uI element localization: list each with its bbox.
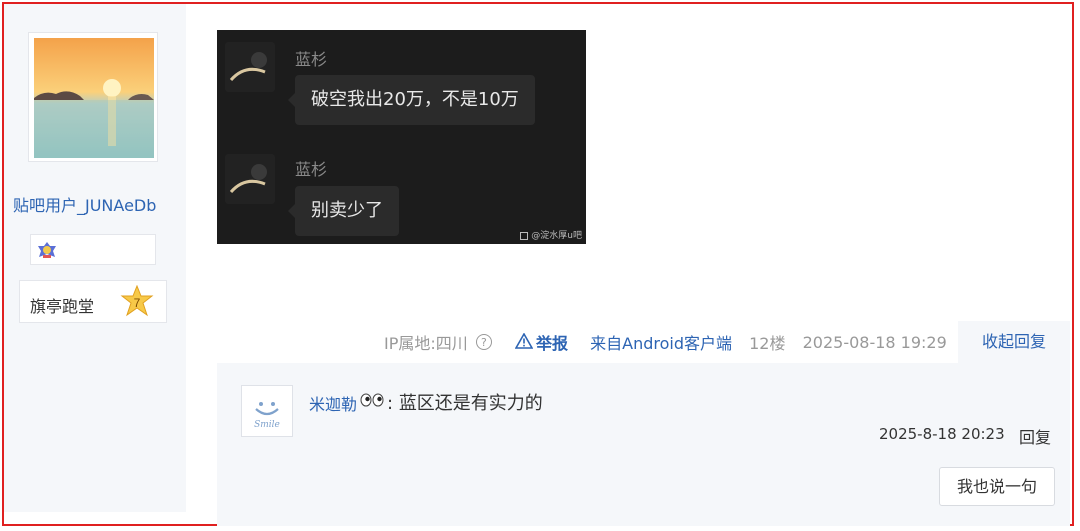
eyes-emoji-icon <box>360 393 384 407</box>
reply-panel: Smile 米迦勒 : 蓝区还是有实力的 2025-8-18 20:23 回复 … <box>217 363 1070 526</box>
level-number: 7 <box>134 296 141 310</box>
post-time: 2025-08-18 19:29 <box>802 332 947 352</box>
level-name: 旗亭跑堂 <box>30 297 95 316</box>
floor-number: 12楼 <box>749 334 786 353</box>
svg-text:Smile: Smile <box>254 420 280 430</box>
reply-content: : 蓝区还是有实力的 <box>387 393 543 414</box>
help-icon[interactable]: ? <box>475 334 492 350</box>
report-link[interactable]: 举报 <box>514 330 568 354</box>
reply-user-avatar[interactable]: Smile <box>241 385 293 437</box>
warning-icon <box>514 331 534 349</box>
reply-time: 2025-8-18 20:23 <box>879 425 1005 443</box>
reply-button[interactable]: 回复 <box>1019 424 1051 448</box>
image-watermark: @淀水厚u吧 <box>520 228 582 241</box>
author-avatar[interactable] <box>28 32 158 162</box>
level-star-icon: 7 <box>120 285 154 317</box>
chat-sender-name: 蓝杉 <box>295 160 328 179</box>
watermark-icon <box>520 231 529 240</box>
chat-message-bubble: 破空我出20万，不是10万 <box>288 75 535 125</box>
post-screenshot-image[interactable]: 蓝杉 破空我出20万，不是10万 蓝杉 别卖少了 @淀水厚u吧 <box>217 30 586 244</box>
chat-avatar-icon <box>225 42 275 92</box>
chat-sender-name: 蓝杉 <box>295 50 328 69</box>
member-badge-box <box>30 234 156 265</box>
reply-username[interactable]: 米迦勒 <box>309 391 357 415</box>
chat-avatar-icon <box>225 154 275 204</box>
smile-icon: Smile <box>254 402 280 430</box>
add-comment-button[interactable]: 我也说一句 <box>939 467 1055 506</box>
collapse-replies-button[interactable]: 收起回复 <box>958 321 1070 363</box>
post-meta-row: IP属地:四川 ? 举报 来自Android客户端 12楼 2025-08-18… <box>384 330 947 354</box>
author-username[interactable]: 贴吧用户_JUNAeDb <box>13 192 156 216</box>
client-source-link[interactable]: 来自Android客户端 <box>590 330 732 354</box>
ip-location: IP属地:四川 <box>384 334 468 353</box>
member-badge-icon[interactable] <box>37 241 57 259</box>
sunset-avatar-image <box>34 38 154 158</box>
level-box: 旗亭跑堂 7 <box>19 280 167 323</box>
chat-message-bubble: 别卖少了 <box>288 186 399 236</box>
author-sidebar: 贴吧用户_JUNAeDb 旗亭跑堂 7 <box>4 4 186 512</box>
